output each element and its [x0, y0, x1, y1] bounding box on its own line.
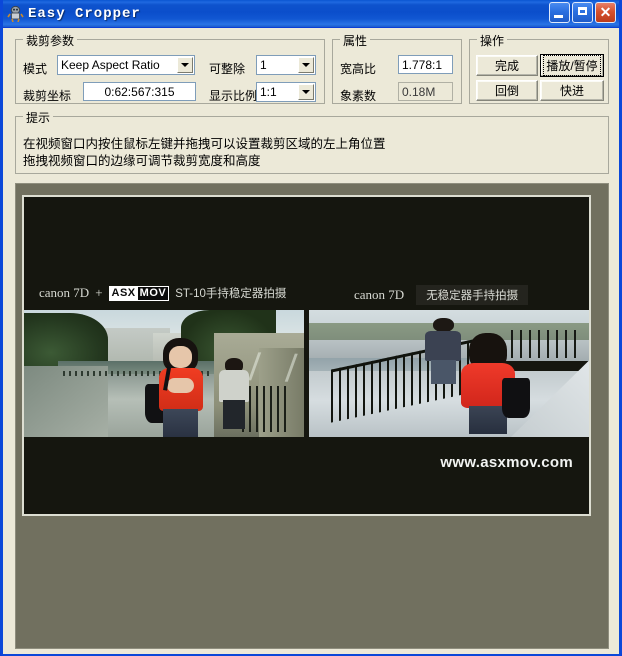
logo-mov-text: MOV	[137, 286, 169, 300]
crop-coords-label: 裁剪坐标	[23, 89, 72, 103]
display-ratio-combobox[interactable]: 1:1	[256, 82, 316, 102]
window-title: Easy Cropper	[28, 5, 141, 22]
crop-parameters-legend: 裁剪参数	[23, 32, 78, 49]
divisible-label: 可整除	[209, 62, 246, 76]
caption-left-text: ST-10手持稳定器拍摄	[175, 288, 287, 300]
play-pause-button[interactable]: 播放/暂停	[540, 54, 604, 77]
minimize-icon	[554, 15, 563, 18]
pixel-count-label: 象素数	[340, 89, 377, 103]
chevron-down-icon[interactable]	[298, 57, 314, 73]
aspect-ratio-value[interactable]: 1.778:1	[398, 55, 453, 74]
caption-left-brand: canon 7D	[39, 285, 90, 300]
divisible-combobox[interactable]: 1	[256, 55, 316, 75]
video-clip-left	[24, 310, 304, 437]
hint-line-2: 拖拽视频窗口的边缘可调节裁剪宽度和高度	[23, 154, 261, 168]
chevron-down-icon[interactable]	[177, 57, 193, 73]
close-icon: ✕	[599, 3, 612, 20]
maximize-icon	[578, 7, 587, 15]
client-area: 裁剪参数 模式 Keep Aspect Ratio 裁剪坐标 0:62:567:…	[3, 28, 619, 654]
minimize-button[interactable]	[549, 2, 570, 23]
mode-value: Keep Aspect Ratio	[61, 58, 160, 72]
video-stage: canon 7D + ASX MOV ST-10手持稳定器拍摄 canon 7D …	[24, 197, 589, 514]
caption-left: canon 7D + ASX MOV ST-10手持稳定器拍摄	[39, 285, 286, 301]
caption-right-text: 无稳定器手持拍摄	[416, 285, 529, 305]
aspect-ratio-label: 宽高比	[340, 62, 377, 76]
chevron-down-icon[interactable]	[298, 84, 314, 100]
done-button[interactable]: 完成	[476, 55, 538, 76]
logo-asx-text: ASX	[109, 286, 138, 300]
hint-legend: 提示	[23, 109, 54, 126]
title-bar[interactable]: Easy Cropper ✕	[3, 0, 619, 28]
caption-left-plus: +	[95, 285, 103, 300]
app-icon	[7, 5, 24, 23]
caption-right: canon 7D 无稳定器手持拍摄	[354, 285, 529, 305]
maximize-button[interactable]	[572, 2, 593, 23]
crop-coords-input[interactable]: 0:62:567:315	[83, 82, 196, 101]
attributes-legend: 属性	[340, 32, 371, 49]
display-ratio-value: 1:1	[260, 85, 277, 99]
video-caption-row: canon 7D + ASX MOV ST-10手持稳定器拍摄 canon 7D …	[24, 285, 589, 311]
easy-cropper-window: Easy Cropper ✕ 裁剪参数 模式 Keep Aspect Ratio…	[0, 0, 622, 656]
caption-right-brand: canon 7D	[354, 287, 405, 302]
rewind-button[interactable]: 回倒	[476, 80, 538, 101]
play-pause-button-label: 播放/暂停	[543, 55, 601, 76]
divisible-value: 1	[260, 58, 267, 72]
pixel-count-value: 0.18M	[398, 82, 453, 101]
rewind-button-label: 回倒	[494, 84, 519, 98]
forward-button[interactable]: 快进	[540, 80, 604, 101]
video-clip-right	[309, 310, 589, 437]
mode-label: 模式	[23, 62, 48, 76]
video-crop-window[interactable]: canon 7D + ASX MOV ST-10手持稳定器拍摄 canon 7D …	[22, 195, 591, 516]
video-watermark: www.asxmov.com	[440, 454, 573, 471]
display-ratio-label: 显示比例	[209, 89, 258, 103]
done-button-label: 完成	[494, 59, 519, 73]
window-controls: ✕	[549, 2, 616, 23]
video-panel[interactable]: canon 7D + ASX MOV ST-10手持稳定器拍摄 canon 7D …	[15, 183, 609, 649]
mode-combobox[interactable]: Keep Aspect Ratio	[57, 55, 195, 75]
forward-button-label: 快进	[559, 84, 584, 98]
operations-legend: 操作	[477, 32, 508, 49]
asxmov-logo: ASX MOV	[108, 285, 170, 301]
close-button[interactable]: ✕	[595, 2, 616, 23]
